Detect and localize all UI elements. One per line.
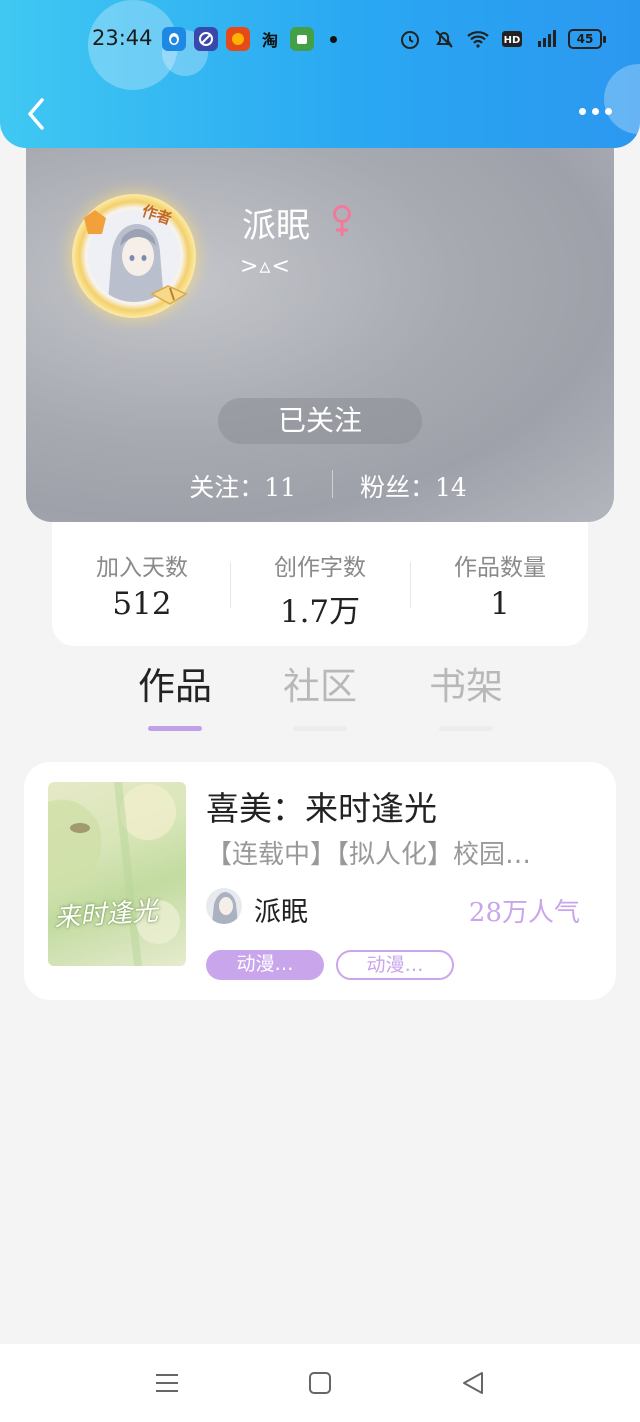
following-count[interactable]: 关注：11 [189,468,296,504]
tab-label: 书架 [429,665,503,708]
tab-community[interactable]: 社区 [265,656,375,731]
hd-icon: HD [502,31,522,47]
more-dot [605,108,612,115]
tab-bar: 作品 社区 书架 [0,652,640,732]
stat-value: 1 [490,586,510,622]
menu-icon[interactable] [154,1370,180,1396]
book-badge-icon [150,285,188,305]
book-cover[interactable]: 来时逢光 [48,782,186,966]
shopping-icon [226,27,250,51]
back-icon[interactable] [22,94,50,134]
qq-icon [162,27,186,51]
tab-indicator [293,726,347,731]
tab-works[interactable]: 作品 [120,656,230,731]
stat-value: 1.7万 [279,594,361,630]
taobao-icon: 淘 [258,27,282,51]
svg-text:HD: HD [504,35,521,46]
username: 派眠 [242,206,310,246]
work-card[interactable]: 来时逢光 喜美：来时逢光 【连载中】【拟人化】校园… 派眠 28万人气 动漫… … [24,762,616,1000]
battery-level: 45 [576,32,594,46]
work-popularity: 28万人气 [468,898,580,928]
signature: >▵< [240,254,291,279]
status-bar: 23:44 淘 HD 45 [0,22,640,58]
tab-indicator [439,726,493,731]
followers-count[interactable]: 粉丝：14 [360,468,467,504]
notification-icons: 淘 [162,27,337,51]
tab-bookshelf[interactable]: 书架 [411,656,521,731]
stat-join-days: 加入天数 512 [52,548,232,622]
follow-button[interactable]: 已关注 [218,398,422,444]
stat-label: 作品数量 [454,555,546,581]
stat-works-count: 作品数量 1 [410,548,590,622]
work-tag[interactable]: 动漫… [336,950,454,980]
tab-label: 作品 [138,665,212,708]
stat-label: 加入天数 [96,555,188,581]
work-tag[interactable]: 动漫… [206,950,324,980]
work-title[interactable]: 喜美：来时逢光 [206,782,437,830]
home-icon[interactable] [307,1370,333,1396]
taobao-label: 淘 [261,31,278,50]
more-dot [579,108,586,115]
follow-stats: 关注：11 粉丝：14 [26,464,614,504]
alarm-icon [401,31,419,49]
battery-icon: 45 [568,29,606,49]
wifi-icon [467,31,489,48]
back-nav-icon[interactable] [460,1370,486,1396]
status-time: 23:44 [92,26,153,50]
work-author: 派眠 [254,897,308,928]
system-icons: HD 45 [398,27,606,51]
app-store-icon [290,27,314,51]
work-description: 【连载中】【拟人化】校园… [206,840,532,870]
author-avatar [206,888,242,924]
more-dot [592,108,599,115]
bell-badge-icon [84,210,106,234]
stat-word-count: 创作字数 1.7万 [230,548,410,631]
browser-icon [194,27,218,51]
bell-off-icon [435,30,453,48]
stats-card: 加入天数 512 创作字数 1.7万 作品数量 1 [52,504,588,646]
female-icon [333,205,351,236]
decor-bubble [604,64,640,134]
divider [332,470,333,498]
more-icon[interactable] [579,108,612,115]
tab-label: 社区 [283,665,357,708]
system-nav-bar [0,1344,640,1422]
stat-value: 512 [112,586,172,622]
signal-icon [538,30,556,47]
top-header: 23:44 淘 HD 45 [0,0,640,148]
tab-indicator [148,726,202,731]
profile-card: 作者 派眠 >▵< 已关注 关注：11 粉丝：14 [26,120,614,522]
stat-label: 创作字数 [274,555,366,581]
notification-dot [330,35,337,43]
cover-title: 来时逢光 [53,896,160,934]
